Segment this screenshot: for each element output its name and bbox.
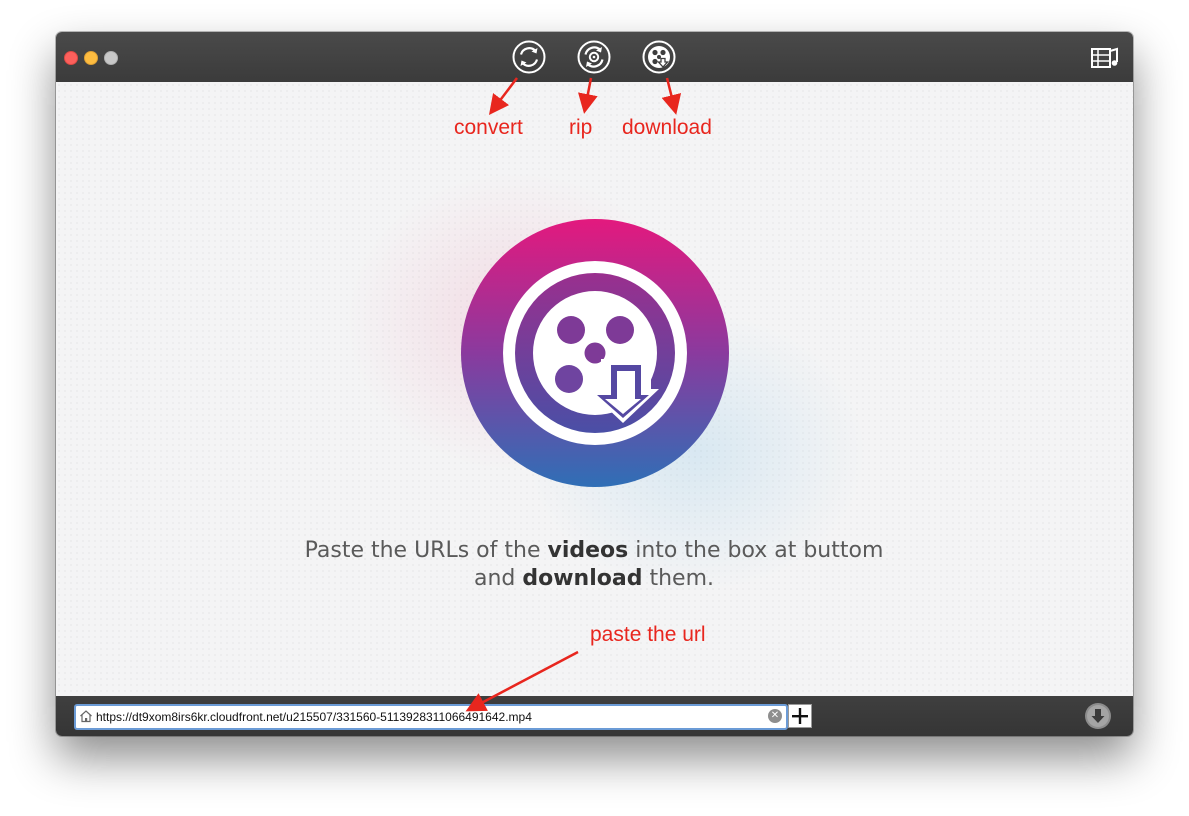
zoom-window-button[interactable] (104, 51, 118, 65)
app-window: Paste the URLs of the videos into the bo… (56, 32, 1133, 736)
clear-url-button[interactable]: ✕ (768, 709, 782, 723)
url-field[interactable]: ✕ (74, 704, 788, 730)
download-mode-button[interactable] (642, 40, 676, 74)
instruction-line-2: and download them. (473, 566, 715, 591)
video-download-logo-icon (461, 219, 729, 487)
url-input[interactable] (96, 707, 761, 727)
download-arrow-icon (1085, 703, 1111, 729)
app-logo (461, 219, 729, 487)
media-browser-button[interactable] (1090, 46, 1120, 70)
start-download-button[interactable] (1084, 702, 1112, 730)
home-icon (80, 710, 92, 723)
convert-circular-arrows-icon (512, 40, 546, 74)
close-window-button[interactable] (64, 51, 78, 65)
download-film-reel-icon (642, 40, 676, 74)
main-content: Paste the URLs of the videos into the bo… (56, 82, 1133, 696)
instruction-line-1: Paste the URLs of the videos into the bo… (304, 538, 884, 563)
add-url-button[interactable] (788, 704, 812, 728)
bottom-bar: ✕ (56, 696, 1133, 736)
instruction-text: Paste the URLs of the videos into the bo… (244, 537, 944, 593)
minimize-window-button[interactable] (84, 51, 98, 65)
rip-disc-arrows-icon (577, 40, 611, 74)
media-browser-icon (1091, 47, 1118, 68)
plus-icon (792, 708, 808, 724)
rip-mode-button[interactable] (577, 40, 611, 74)
convert-mode-button[interactable] (512, 40, 546, 74)
title-bar (56, 32, 1133, 83)
